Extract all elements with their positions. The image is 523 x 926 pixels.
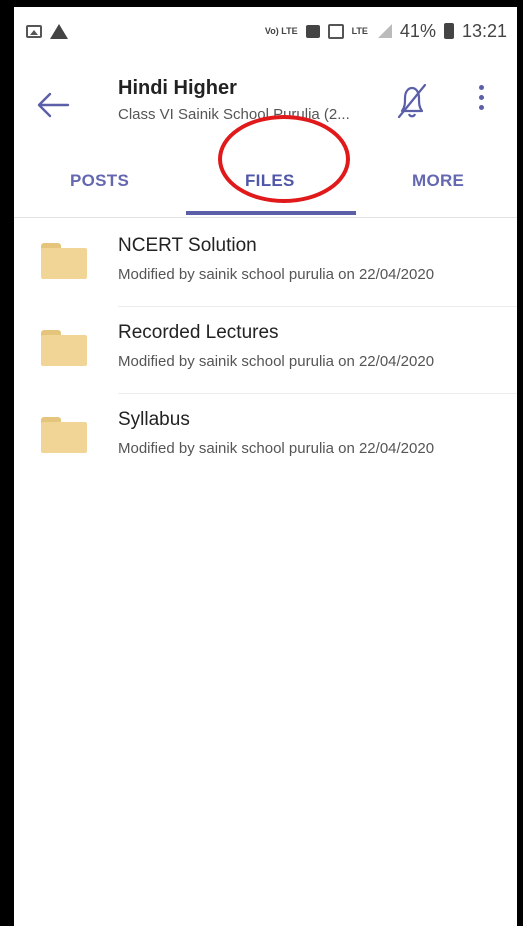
notifications-off-icon[interactable]: [394, 81, 430, 121]
more-options-icon[interactable]: [476, 85, 486, 117]
clock: 13:21: [461, 20, 507, 41]
warning-icon: [50, 23, 68, 39]
signal-icon: [376, 24, 392, 38]
file-list: NCERT Solution Modified by sainik school…: [14, 219, 517, 480]
app-screen: Vo) LTE LTE 41% 13:21 Hindi Higher Class…: [14, 7, 517, 926]
channel-title: Hindi Higher: [118, 77, 237, 99]
active-tab-indicator: [186, 211, 356, 215]
phone-frame-right: [517, 0, 523, 926]
folder-name: Recorded Lectures: [118, 322, 279, 343]
tab-posts[interactable]: POSTS: [70, 171, 129, 191]
folder-icon: [41, 243, 87, 279]
back-arrow-icon[interactable]: [36, 91, 70, 119]
volte-icon: Vo) LTE: [264, 25, 298, 36]
channel-titles: Hindi Higher Class VI Sainik School Puru…: [118, 77, 350, 123]
battery-percent: 41%: [399, 20, 436, 41]
folder-modified-info: Modified by sainik school purulia on 22/…: [118, 266, 435, 283]
red-annotation-circle: [218, 115, 350, 203]
gallery-notification-icon: [26, 24, 42, 38]
status-bar: Vo) LTE LTE 41% 13:21: [14, 7, 517, 55]
folder-icon: [41, 330, 87, 366]
folder-row[interactable]: NCERT Solution Modified by sainik school…: [14, 219, 517, 306]
phone-frame-left: [0, 0, 14, 926]
sim-icon: [327, 23, 344, 39]
phone-frame-top: [0, 0, 523, 7]
folder-icon: [41, 417, 87, 453]
folder-row[interactable]: Recorded Lectures Modified by sainik sch…: [14, 306, 517, 393]
folder-modified-info: Modified by sainik school purulia on 22/…: [118, 440, 435, 457]
folder-name: Syllabus: [118, 409, 190, 430]
data-saver-icon: [305, 24, 320, 38]
battery-icon: [443, 23, 454, 39]
folder-modified-info: Modified by sainik school purulia on 22/…: [118, 353, 435, 370]
folder-name: NCERT Solution: [118, 235, 257, 256]
lte-icon: LTE: [351, 25, 368, 36]
folder-row[interactable]: Syllabus Modified by sainik school purul…: [14, 393, 517, 480]
tab-more[interactable]: MORE: [412, 171, 464, 191]
